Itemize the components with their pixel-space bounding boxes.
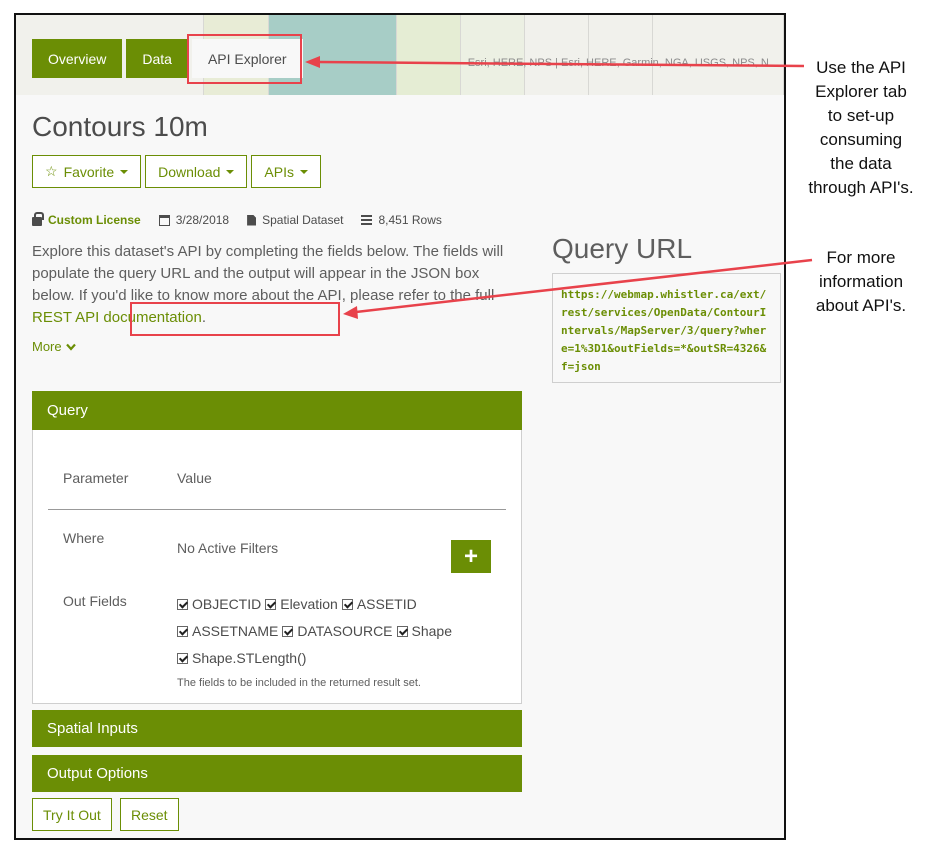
note-line: about API's. xyxy=(815,296,907,315)
note-line: Explorer tab xyxy=(815,82,907,101)
field-label: Shape xyxy=(411,623,452,639)
action-buttons: ☆ Favorite Download APIs xyxy=(32,155,321,188)
parameter-header: Parameter xyxy=(63,470,129,486)
download-button[interactable]: Download xyxy=(145,155,248,188)
spatial-inputs-panel-header[interactable]: Spatial Inputs xyxy=(32,710,522,747)
note-line: For more xyxy=(826,248,896,267)
favorite-label: Favorite xyxy=(63,163,115,180)
field-checkbox-datasource[interactable]: DATASOURCE xyxy=(282,623,393,639)
fields-help-text: The fields to be included in the returne… xyxy=(177,677,421,689)
annotation-note-api-explorer: Use the API Explorer tab to set-up consu… xyxy=(796,56,926,200)
map-attribution: Esri, HERE, NPS | Esri, HERE, Garmin, NG… xyxy=(467,57,778,69)
where-value: No Active Filters xyxy=(177,540,279,556)
where-label: Where xyxy=(63,530,105,546)
caret-down-icon xyxy=(120,169,129,174)
more-label: More xyxy=(32,339,62,354)
query-url-title: Query URL xyxy=(552,233,693,264)
try-it-out-button[interactable]: Try It Out xyxy=(32,798,112,831)
field-checkbox-shape-stlength[interactable]: Shape.STLength() xyxy=(177,650,306,666)
fields-row-3: Shape.STLength() xyxy=(177,650,310,666)
api-explorer-highlight xyxy=(187,34,302,84)
more-toggle[interactable]: More xyxy=(32,339,76,354)
document-icon xyxy=(247,214,257,226)
field-label: ASSETID xyxy=(356,596,417,612)
reset-button[interactable]: Reset xyxy=(120,798,179,831)
chevron-down-icon xyxy=(65,343,76,351)
checkbox[interactable] xyxy=(177,598,188,610)
tab-data[interactable]: Data xyxy=(126,39,188,78)
download-label: Download xyxy=(158,163,221,180)
field-checkbox-shape[interactable]: Shape xyxy=(396,623,452,639)
tab-overview[interactable]: Overview xyxy=(32,39,123,78)
header-divider xyxy=(48,509,506,510)
query-panel-body: Parameter Value Where No Active Filters … xyxy=(32,430,522,704)
field-label: ASSETNAME xyxy=(192,623,279,639)
checkbox[interactable] xyxy=(177,625,188,637)
field-checkbox-assetname[interactable]: ASSETNAME xyxy=(177,623,278,639)
out-fields-label: Out Fields xyxy=(63,593,127,609)
apis-label: APIs xyxy=(264,163,294,180)
checkbox[interactable] xyxy=(341,598,353,610)
query-panel-header[interactable]: Query xyxy=(32,391,522,430)
description-text: Explore this dataset's API by completing… xyxy=(32,243,504,304)
value-header: Value xyxy=(177,470,212,486)
note-line: through API's. xyxy=(808,178,914,197)
field-checkbox-assetid[interactable]: ASSETID xyxy=(341,596,417,612)
dataset-meta: Custom License 3/28/2018 Spatial Dataset… xyxy=(32,212,460,227)
query-url-box[interactable]: https://webmap.whistler.ca/ext/rest/serv… xyxy=(552,273,781,383)
page-title: Contours 10m xyxy=(32,111,208,142)
note-line: consuming xyxy=(819,130,903,149)
output-options-panel-header[interactable]: Output Options xyxy=(32,755,522,792)
checkbox[interactable] xyxy=(265,598,277,610)
field-label: Elevation xyxy=(280,596,338,612)
fields-row-2: ASSETNAME DATASOURCE Shape xyxy=(177,623,456,639)
fields-row-1: OBJECTID Elevation ASSETID xyxy=(177,596,421,612)
date-text: 3/28/2018 xyxy=(175,213,230,227)
checkbox[interactable] xyxy=(396,625,408,637)
star-icon: ☆ xyxy=(45,163,58,179)
field-checkbox-objectid[interactable]: OBJECTID xyxy=(177,596,261,612)
apis-button[interactable]: APIs xyxy=(251,155,321,188)
lock-icon xyxy=(32,212,44,226)
rows-text: 8,451 Rows xyxy=(378,213,442,227)
note-line: to set-up xyxy=(827,106,895,125)
rest-doc-highlight xyxy=(130,302,340,336)
calendar-icon xyxy=(158,214,170,226)
caret-down-icon xyxy=(299,169,308,174)
checkbox[interactable] xyxy=(282,625,294,637)
screenshot-frame: Esri, HERE, NPS | Esri, HERE, Garmin, NG… xyxy=(14,13,786,840)
annotation-note-api-docs: For more information about API's. xyxy=(796,246,926,318)
field-label: OBJECTID xyxy=(192,596,262,612)
note-line: the data xyxy=(830,154,892,173)
checkbox[interactable] xyxy=(177,652,188,664)
favorite-button[interactable]: ☆ Favorite xyxy=(32,155,142,188)
field-label: Shape.STLength() xyxy=(192,650,307,666)
type-text: Spatial Dataset xyxy=(262,213,344,227)
field-checkbox-elevation[interactable]: Elevation xyxy=(265,596,338,612)
add-filter-button[interactable]: + xyxy=(451,540,491,573)
rows-icon xyxy=(361,215,373,225)
note-line: information xyxy=(818,272,904,291)
caret-down-icon xyxy=(226,169,235,174)
note-line: Use the API xyxy=(816,58,906,77)
field-label: DATASOURCE xyxy=(297,623,393,639)
license-link[interactable]: Custom License xyxy=(48,213,141,227)
